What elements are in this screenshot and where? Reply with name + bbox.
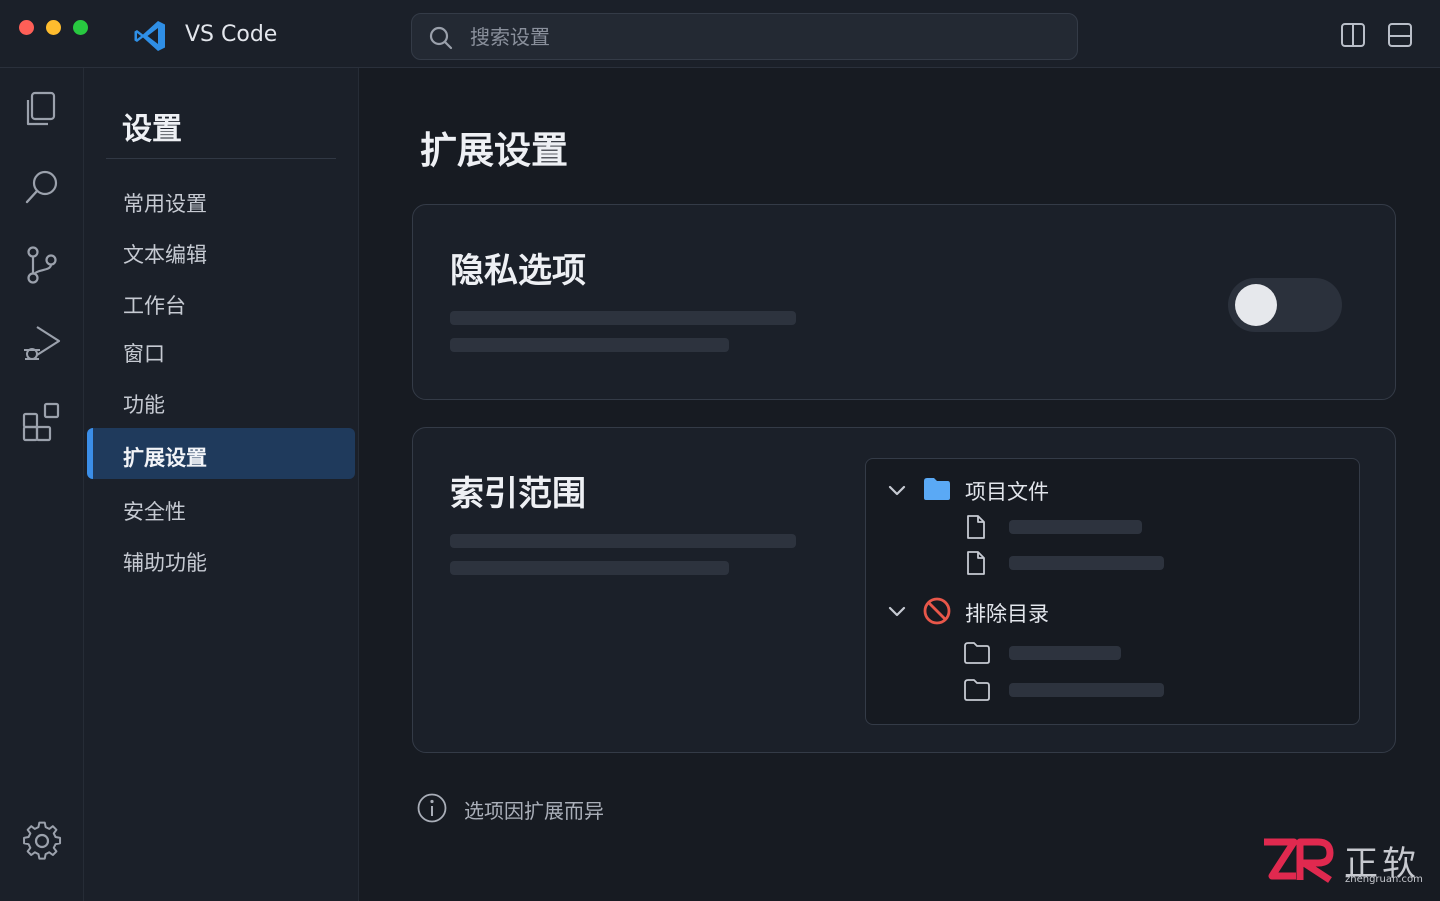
folder-icon (924, 478, 950, 500)
folder-outline-icon (964, 642, 990, 664)
no-entry-icon (923, 597, 951, 625)
file-tree: 项目文件 排除目录 (865, 458, 1360, 725)
watermark-logo-icon (1264, 838, 1334, 883)
sidebar-item-label: 安全性 (123, 500, 186, 524)
sidebar-item-label: 窗口 (123, 342, 165, 366)
file-name-placeholder (1009, 520, 1142, 534)
app-title: VS Code (185, 22, 278, 47)
search-icon[interactable] (20, 165, 64, 209)
tree-group-label[interactable]: 排除目录 (965, 598, 1049, 628)
sidebar-title: 设置 (122, 112, 182, 147)
close-window-button[interactable] (19, 20, 34, 35)
sidebar-item-window[interactable]: 窗口 (87, 324, 355, 375)
sidebar-item-common[interactable]: 常用设置 (87, 174, 355, 225)
extensions-icon[interactable] (20, 399, 64, 443)
toggle-panel-icon[interactable] (1386, 21, 1414, 49)
file-icon (967, 551, 985, 575)
source-control-icon[interactable] (20, 243, 64, 287)
sidebar-item-security[interactable]: 安全性 (87, 482, 355, 533)
settings-main: 扩展设置 隐私选项 索引范围 项目文件 排除目录 选项因扩展而异 (360, 68, 1440, 901)
description-placeholder (450, 534, 796, 548)
sidebar-item-label: 文本编辑 (123, 243, 207, 267)
sidebar-item-label: 常用设置 (123, 192, 207, 216)
watermark: 正软 zhengruan.com (1260, 836, 1430, 888)
sidebar-item-accessibility[interactable]: 辅助功能 (87, 533, 355, 584)
toggle-knob (1235, 284, 1277, 326)
privacy-toggle[interactable] (1228, 278, 1342, 332)
sidebar-item-workbench[interactable]: 工作台 (87, 276, 355, 327)
folder-outline-icon (964, 679, 990, 701)
privacy-card: 隐私选项 (412, 204, 1396, 400)
sidebar-item-label: 工作台 (123, 294, 186, 318)
maximize-window-button[interactable] (73, 20, 88, 35)
run-debug-icon[interactable] (20, 321, 64, 365)
sidebar-item-label: 扩展设置 (123, 446, 207, 470)
chevron-down-icon[interactable] (886, 479, 908, 501)
folder-name-placeholder (1009, 683, 1164, 697)
sidebar-item-extensions[interactable]: 扩展设置 (87, 428, 355, 479)
sidebar-item-label: 功能 (123, 393, 165, 417)
tree-group-label[interactable]: 项目文件 (965, 476, 1049, 506)
footer-note-text: 选项因扩展而异 (464, 799, 604, 823)
page-title: 扩展设置 (420, 129, 568, 172)
index-scope-card: 索引范围 项目文件 排除目录 (412, 427, 1396, 753)
vscode-logo-icon (134, 21, 165, 51)
activity-bar (0, 68, 84, 901)
description-placeholder (450, 311, 796, 325)
file-icon (967, 515, 985, 539)
folder-name-placeholder (1009, 646, 1121, 660)
gear-icon[interactable] (20, 819, 64, 863)
title-bar: VS Code (0, 0, 1440, 68)
chevron-down-icon[interactable] (886, 600, 908, 622)
settings-sidebar: 设置 常用设置 文本编辑 工作台 窗口 功能 扩展设置 安全性 辅助功能 (84, 68, 359, 901)
sidebar-item-features[interactable]: 功能 (87, 375, 355, 426)
split-editor-icon[interactable] (1339, 21, 1367, 49)
explorer-icon[interactable] (20, 87, 64, 131)
settings-search-box[interactable] (411, 13, 1078, 60)
minimize-window-button[interactable] (46, 20, 61, 35)
file-name-placeholder (1009, 556, 1164, 570)
search-icon (429, 26, 453, 50)
divider (106, 158, 336, 159)
card-title: 隐私选项 (450, 251, 586, 291)
description-placeholder (450, 338, 729, 352)
watermark-subtext: zhengruan.com (1345, 874, 1423, 885)
sidebar-item-label: 辅助功能 (123, 551, 207, 575)
card-title: 索引范围 (450, 474, 586, 514)
search-input[interactable] (470, 14, 1060, 59)
description-placeholder (450, 561, 729, 575)
info-icon (417, 793, 447, 823)
sidebar-item-text-editor[interactable]: 文本编辑 (87, 225, 355, 276)
